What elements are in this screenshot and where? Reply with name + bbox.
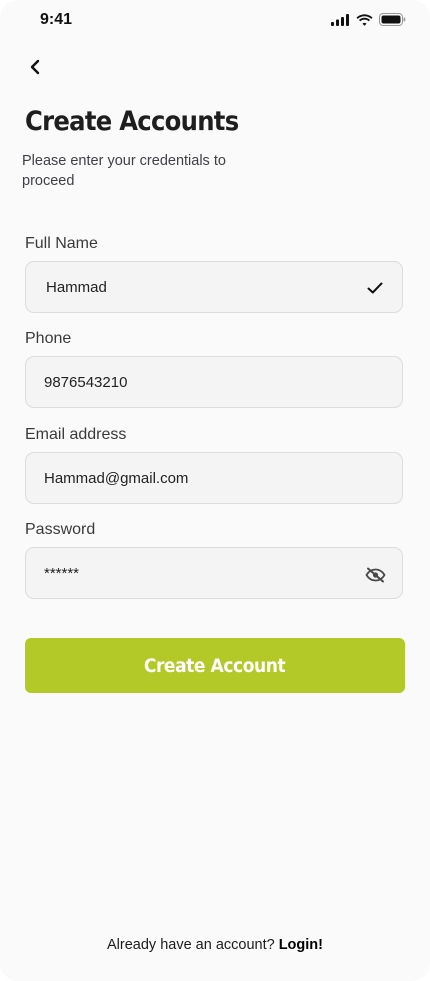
full-name-input[interactable] <box>46 262 346 312</box>
full-name-label: Full Name <box>25 235 98 252</box>
email-input[interactable] <box>44 453 344 503</box>
back-button[interactable] <box>22 54 48 80</box>
page-title: Create Accounts <box>25 106 239 137</box>
wifi-icon <box>356 13 373 26</box>
login-prompt: Already have an account? Login! <box>0 937 430 953</box>
phone-field[interactable] <box>25 356 403 408</box>
login-prompt-text: Already have an account? <box>107 937 275 953</box>
status-bar: 9:41 <box>0 0 430 40</box>
email-label: Email address <box>25 426 127 443</box>
phone-input[interactable] <box>44 357 344 407</box>
create-account-screen: 9:41 Create Accounts Please enter your c… <box>0 0 430 981</box>
chevron-left-icon <box>30 59 40 75</box>
status-icons <box>331 13 406 26</box>
password-input[interactable] <box>44 548 344 598</box>
checkmark-icon <box>364 277 386 299</box>
email-field[interactable] <box>25 452 403 504</box>
phone-label: Phone <box>25 330 72 347</box>
password-label: Password <box>25 521 96 538</box>
status-time: 9:41 <box>40 11 73 28</box>
login-link[interactable]: Login! <box>279 937 323 953</box>
create-account-button[interactable]: Create Account <box>25 638 405 693</box>
full-name-field[interactable] <box>25 261 403 313</box>
create-account-button-label: Create Account <box>144 654 286 677</box>
password-field[interactable] <box>25 547 403 599</box>
signal-icon <box>331 13 349 26</box>
page-subtitle: Please enter your credentials to proceed <box>22 153 226 189</box>
home-indicator <box>145 966 285 971</box>
eye-off-icon[interactable] <box>364 564 386 586</box>
battery-icon <box>379 13 406 26</box>
